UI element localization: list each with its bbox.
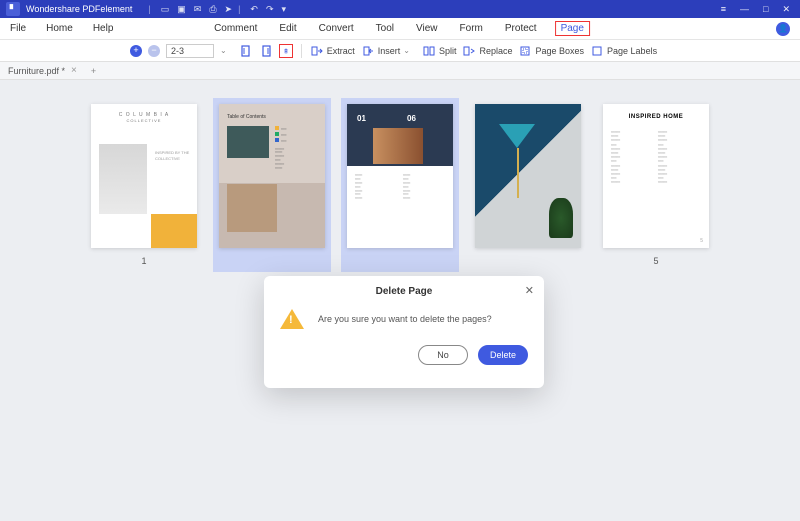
- delete-page-icon[interactable]: [279, 44, 293, 58]
- zoom-out-icon[interactable]: −: [148, 45, 160, 57]
- separator: |: [238, 4, 240, 14]
- menu-protect[interactable]: Protect: [501, 21, 541, 36]
- insert-label: Insert: [378, 46, 401, 56]
- page-boxes-button[interactable]: Page Boxes: [518, 44, 584, 58]
- no-button[interactable]: No: [418, 345, 468, 365]
- quick-access-toolbar: ▭ ▣ ✉ ⎙ ➤: [161, 4, 232, 15]
- page-thumbnail-area: C O L U M B I ACOLLECTIVE INSPIRED BY TH…: [0, 80, 800, 521]
- separator: [301, 44, 302, 58]
- redo-icon[interactable]: ↷: [266, 4, 274, 15]
- menu-tool[interactable]: Tool: [372, 21, 398, 36]
- document-tab[interactable]: Furniture.pdf * ×: [0, 62, 85, 79]
- new-tab-button[interactable]: +: [85, 66, 102, 76]
- zoom-in-icon[interactable]: +: [130, 45, 142, 57]
- page-toolbar: + − 2-3 ⌄ Extract Insert ⌄ Split Replace…: [0, 40, 800, 62]
- undo-icon[interactable]: ↶: [250, 4, 258, 15]
- page-range-input[interactable]: 2-3: [166, 44, 214, 58]
- menu-help[interactable]: Help: [89, 21, 118, 36]
- tab-label: Furniture.pdf *: [8, 66, 65, 76]
- dialog-overlay: Delete Page ✕ Are you sure you want to d…: [0, 80, 800, 521]
- rotate-right-icon[interactable]: [259, 44, 273, 58]
- menu-home[interactable]: Home: [42, 21, 77, 36]
- history-toolbar: ↶ ↷ ▾: [250, 4, 286, 15]
- menu-page[interactable]: Page: [555, 21, 590, 36]
- menu-bar: File Home Help Comment Edit Convert Tool…: [0, 18, 800, 40]
- replace-button[interactable]: Replace: [462, 44, 512, 58]
- print-icon[interactable]: ⎙: [209, 4, 216, 15]
- extract-button[interactable]: Extract: [310, 44, 355, 58]
- menu-view[interactable]: View: [412, 21, 442, 36]
- menu-comment[interactable]: Comment: [210, 21, 261, 36]
- app-title: Wondershare PDFelement: [26, 4, 132, 14]
- delete-button[interactable]: Delete: [478, 345, 528, 365]
- replace-icon: [462, 44, 476, 58]
- dropdown-icon[interactable]: ▾: [282, 4, 287, 15]
- split-label: Split: [439, 46, 457, 56]
- chevron-down-icon[interactable]: ⌄: [220, 46, 227, 55]
- close-button[interactable]: ✕: [782, 4, 790, 15]
- menu-convert[interactable]: Convert: [315, 21, 358, 36]
- split-icon: [422, 44, 436, 58]
- page-labels-label: Page Labels: [607, 46, 657, 56]
- page-boxes-icon: [518, 44, 532, 58]
- dialog-close-icon[interactable]: ✕: [525, 284, 534, 297]
- delete-page-dialog: Delete Page ✕ Are you sure you want to d…: [264, 276, 544, 388]
- page-labels-button[interactable]: Page Labels: [590, 44, 657, 58]
- open-icon[interactable]: ▭: [161, 4, 170, 15]
- mail-icon[interactable]: ✉: [194, 4, 202, 15]
- title-bar: ▘ Wondershare PDFelement | ▭ ▣ ✉ ⎙ ➤ | ↶…: [0, 0, 800, 18]
- page-labels-icon: [590, 44, 604, 58]
- image-icon[interactable]: ▣: [177, 4, 186, 15]
- window-controls: — □ ✕: [740, 4, 790, 15]
- insert-icon: [361, 44, 375, 58]
- maximize-button[interactable]: □: [763, 4, 768, 15]
- tab-close-icon[interactable]: ×: [71, 65, 77, 76]
- split-button[interactable]: Split: [422, 44, 457, 58]
- warning-icon: [280, 309, 304, 329]
- document-tabs: Furniture.pdf * × +: [0, 62, 800, 80]
- menu-form[interactable]: Form: [456, 21, 487, 36]
- minimize-button[interactable]: —: [740, 4, 749, 15]
- user-avatar-icon[interactable]: 👤: [776, 22, 790, 36]
- app-logo-icon: ▘: [6, 2, 20, 16]
- dialog-title: Delete Page: [280, 286, 528, 297]
- replace-label: Replace: [479, 46, 512, 56]
- chevron-down-icon[interactable]: ⌄: [403, 46, 410, 55]
- extract-icon: [310, 44, 324, 58]
- page-boxes-label: Page Boxes: [535, 46, 584, 56]
- menu-edit[interactable]: Edit: [275, 21, 300, 36]
- rotate-left-icon[interactable]: [239, 44, 253, 58]
- separator: |: [148, 4, 150, 14]
- share-icon[interactable]: ➤: [225, 4, 233, 15]
- insert-button[interactable]: Insert ⌄: [361, 44, 416, 58]
- menu-expand-icon[interactable]: ≡: [721, 4, 726, 14]
- extract-label: Extract: [327, 46, 355, 56]
- menu-file[interactable]: File: [6, 21, 30, 36]
- dialog-message: Are you sure you want to delete the page…: [318, 314, 492, 324]
